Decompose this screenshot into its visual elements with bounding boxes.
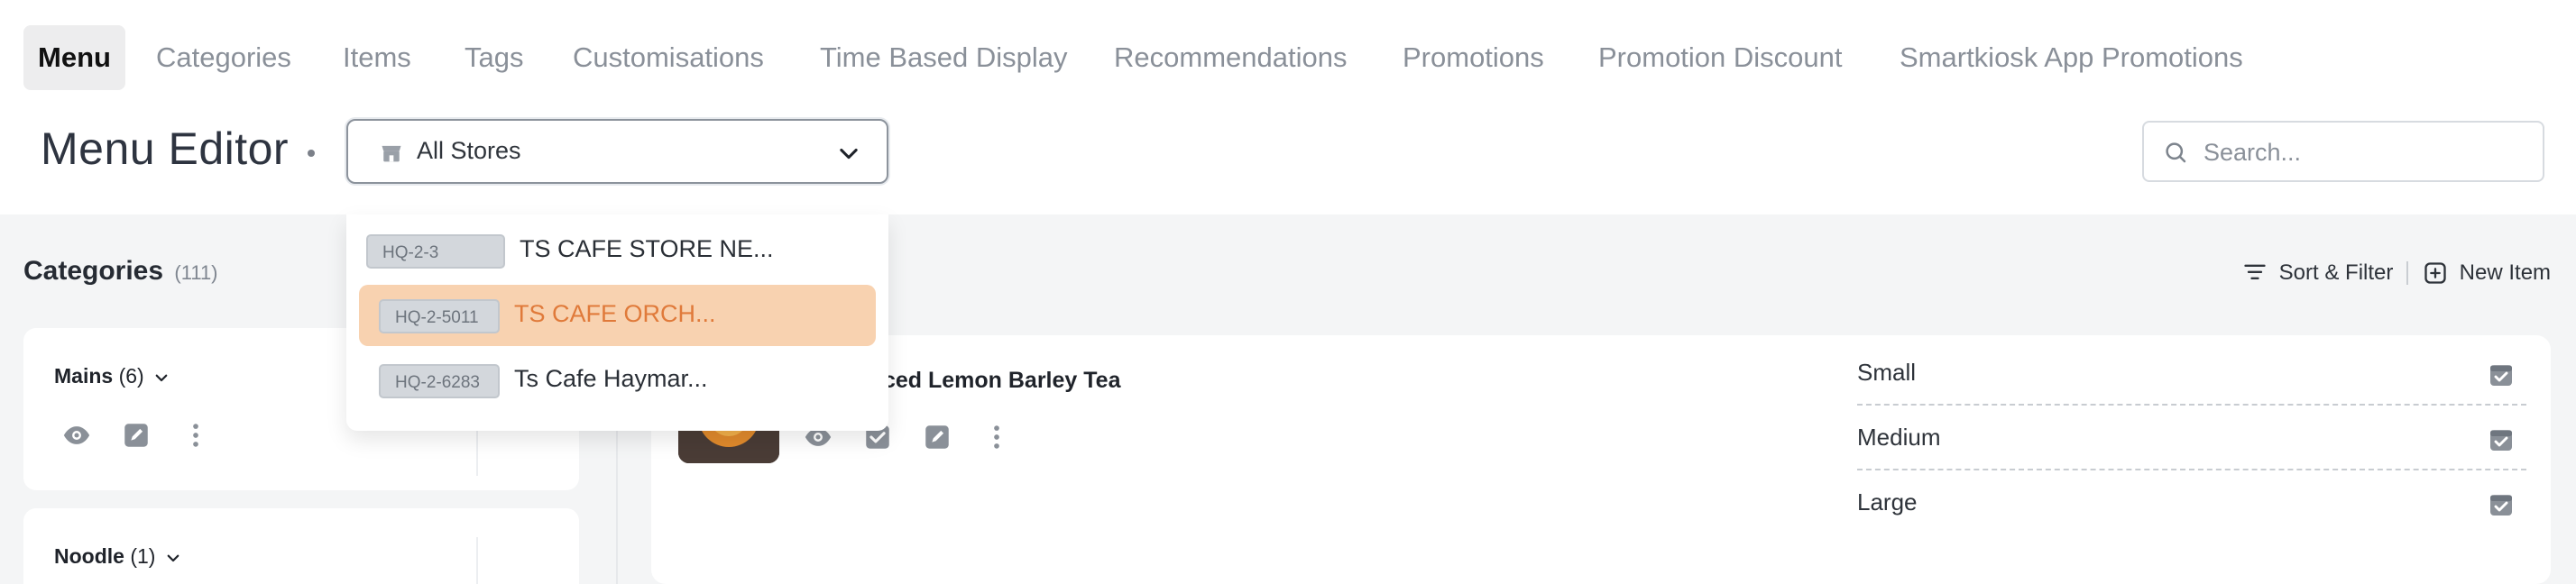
tab-promotion-discount[interactable]: Promotion Discount — [1598, 25, 1843, 90]
checkbox-icon[interactable] — [2487, 360, 2516, 389]
new-item-button[interactable]: New Item — [2423, 260, 2551, 286]
tab-categories[interactable]: Categories — [156, 25, 291, 90]
checkbox-icon[interactable] — [2487, 425, 2516, 454]
toolbar-separator — [2406, 261, 2408, 285]
chevron-down-icon[interactable] — [165, 550, 181, 566]
tab-promotions[interactable]: Promotions — [1403, 25, 1544, 90]
item-name: Iced Lemon Barley Tea — [877, 368, 1121, 393]
category-item-count: (6) — [118, 364, 144, 388]
tab-customisations[interactable]: Customisations — [573, 25, 764, 90]
eye-icon[interactable] — [61, 420, 92, 451]
store-option-name: Ts Cafe Haymar... — [514, 365, 708, 392]
card-divider — [476, 537, 478, 584]
categories-count: (111) — [174, 261, 218, 284]
search-box — [2142, 121, 2544, 182]
page-header: Menu Editor All Stores — [0, 99, 2576, 214]
categories-title: Categories — [23, 256, 164, 286]
store-code-badge: HQ-2-6283 — [379, 364, 500, 398]
edit-icon[interactable] — [121, 420, 152, 451]
store-option[interactable]: HQ-2-6283 Ts Cafe Haymar... — [359, 350, 876, 411]
item-card[interactable]: Iced Lemon Barley Tea Small Medium Large — [651, 335, 2551, 584]
store-icon — [382, 145, 401, 162]
store-option-name: TS CAFE STORE NE... — [520, 235, 774, 262]
categories-heading: Categories (111) — [23, 256, 218, 287]
category-name[interactable]: Mains (6) — [54, 364, 170, 388]
tab-smartkiosk-app-promotions[interactable]: Smartkiosk App Promotions — [1900, 25, 2243, 90]
chevron-down-icon — [840, 148, 858, 160]
store-option-name: TS CAFE ORCH... — [514, 300, 716, 327]
filter-icon — [2244, 264, 2266, 279]
size-row: Large — [1857, 470, 2526, 535]
search-input[interactable] — [2203, 133, 2528, 171]
plus-square-icon — [2424, 261, 2446, 284]
search-icon — [2166, 142, 2186, 163]
tab-menu[interactable]: Menu — [23, 25, 125, 90]
size-label: Large — [1857, 488, 1918, 516]
store-select-value: All Stores — [417, 137, 521, 164]
more-vertical-icon[interactable] — [180, 420, 211, 451]
category-label: Noodle — [54, 544, 124, 568]
title-separator-dot — [308, 150, 315, 157]
top-nav: Menu Categories Items Tags Customisation… — [0, 0, 2576, 99]
size-label: Medium — [1857, 424, 1941, 451]
category-name[interactable]: Noodle (1) — [54, 544, 181, 569]
tab-items[interactable]: Items — [343, 25, 411, 90]
sort-filter-button[interactable]: Sort & Filter — [2242, 260, 2393, 286]
category-card-noodle[interactable]: Noodle (1) — [23, 508, 579, 584]
store-select[interactable]: All Stores — [346, 119, 888, 184]
size-label: Small — [1857, 359, 1917, 386]
tab-tags[interactable]: Tags — [465, 25, 523, 90]
chevron-down-icon[interactable] — [153, 370, 170, 386]
checkbox-icon[interactable] — [2487, 490, 2516, 519]
new-item-label: New Item — [2459, 260, 2552, 285]
size-row: Small — [1857, 341, 2526, 406]
more-vertical-icon[interactable] — [981, 422, 1012, 452]
page-title: Menu Editor — [41, 123, 290, 174]
store-dropdown-menu: HQ-2-3 TS CAFE STORE NE... HQ-2-5011 TS … — [346, 214, 888, 431]
sort-filter-label: Sort & Filter — [2278, 260, 2394, 285]
tab-time-based-display[interactable]: Time Based Display — [820, 25, 1068, 90]
tab-recommendations[interactable]: Recommendations — [1114, 25, 1347, 90]
category-item-count: (1) — [130, 544, 156, 568]
item-toolbar: Sort & Filter New Item — [2242, 260, 2551, 290]
category-label: Mains — [54, 364, 114, 388]
store-option[interactable]: HQ-2-3 TS CAFE STORE NE... — [359, 220, 876, 281]
store-code-badge: HQ-2-3 — [366, 234, 505, 269]
store-option-selected[interactable]: HQ-2-5011 TS CAFE ORCH... — [359, 285, 876, 346]
edit-icon[interactable] — [922, 422, 952, 452]
size-row: Medium — [1857, 406, 2526, 470]
store-code-badge: HQ-2-5011 — [379, 299, 500, 333]
